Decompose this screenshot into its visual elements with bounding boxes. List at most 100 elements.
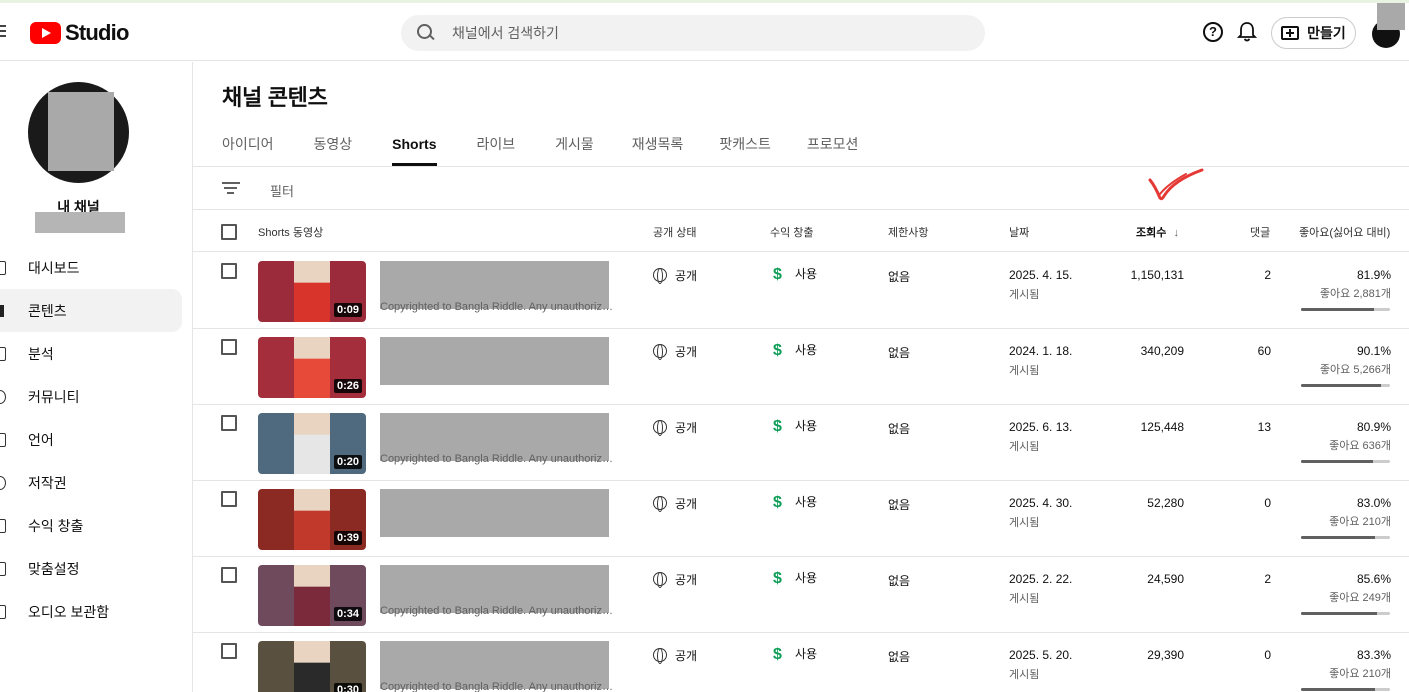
tab-podcasts[interactable]: 팟캐스트: [719, 124, 771, 166]
monetization-cell[interactable]: $ 사용: [773, 493, 817, 512]
table-row[interactable]: 0:30 Copyrighted to Bangla Riddle. Any un…: [193, 633, 1409, 692]
like-ratio-bar: [1301, 308, 1390, 311]
row-checkbox[interactable]: [221, 567, 237, 583]
visibility-cell[interactable]: 공개: [653, 419, 697, 436]
column-header-visibility[interactable]: 공개 상태: [653, 224, 697, 240]
tab-shorts[interactable]: Shorts: [392, 124, 437, 166]
sidebar-item-label: 분석: [28, 345, 54, 362]
column-header-views[interactable]: 조회수 ↓: [1136, 224, 1179, 240]
publish-status: 게시됨: [1009, 441, 1040, 453]
like-percent: 90.1%: [1356, 344, 1391, 358]
publish-status: 게시됨: [1009, 289, 1040, 301]
sidebar-item-label: 언어: [28, 431, 54, 448]
column-header-monetization[interactable]: 수익 창출: [770, 224, 814, 240]
create-video-icon: [1281, 26, 1300, 40]
like-ratio-bar: [1301, 536, 1390, 539]
publish-date: 2024. 1. 18.: [1009, 344, 1073, 358]
table-row[interactable]: 0:09 Copyrighted to Bangla Riddle. Any un…: [193, 253, 1409, 329]
tab-playlists[interactable]: 재생목록: [632, 124, 684, 166]
thumbnail-image: [294, 261, 330, 322]
main-content: 채널 콘텐츠 아이디어 동영상 Shorts 라이브 게시물 재생목록 팟캐스트…: [193, 62, 1409, 692]
help-icon[interactable]: ?: [1203, 22, 1223, 42]
community-icon: [0, 389, 6, 404]
table-row[interactable]: 0:20 Copyrighted to Bangla Riddle. Any un…: [193, 405, 1409, 481]
video-thumbnail[interactable]: 0:34: [258, 565, 366, 626]
monetization-cell[interactable]: $ 사용: [773, 417, 817, 436]
monetization-cell[interactable]: $ 사용: [773, 265, 817, 284]
column-header-date[interactable]: 날짜: [1009, 224, 1029, 240]
visibility-cell[interactable]: 공개: [653, 495, 697, 512]
tab-promotions[interactable]: 프로모션: [807, 124, 859, 166]
video-description: Copyrighted to Bangla Riddle. Any unauth…: [380, 681, 615, 692]
search-input[interactable]: [452, 25, 932, 41]
video-thumbnail[interactable]: 0:26: [258, 337, 366, 398]
filter-icon[interactable]: [222, 182, 240, 196]
video-thumbnail[interactable]: 0:30: [258, 641, 366, 692]
table-row[interactable]: 0:39 공개 $ 사용 없음 2025. 4. 30. 게시됨 52,280 0 83.0% 좋아…: [193, 481, 1409, 557]
monetization-label: 사용: [795, 419, 818, 433]
sidebar-item-label: 저작권: [28, 474, 67, 491]
video-thumbnail[interactable]: 0:39: [258, 489, 366, 550]
video-duration: 0:34: [333, 607, 362, 621]
visibility-cell[interactable]: 공개: [653, 571, 697, 588]
row-checkbox[interactable]: [221, 263, 237, 279]
create-button[interactable]: 만들기: [1271, 17, 1356, 49]
video-thumbnail[interactable]: 0:20: [258, 413, 366, 474]
publish-date: 2025. 6. 13.: [1009, 420, 1073, 434]
menu-icon[interactable]: [0, 25, 6, 37]
row-checkbox[interactable]: [221, 491, 237, 507]
visibility-cell[interactable]: 공개: [653, 267, 697, 284]
video-thumbnail[interactable]: 0:09: [258, 261, 366, 322]
sidebar-item-community[interactable]: 커뮤니티: [0, 375, 193, 418]
like-ratio-fill: [1301, 460, 1373, 463]
sidebar-item-copyright[interactable]: 저작권: [0, 461, 193, 504]
tab-live[interactable]: 라이브: [477, 124, 516, 166]
table-row[interactable]: 0:34 Copyrighted to Bangla Riddle. Any un…: [193, 557, 1409, 633]
dashboard-icon: [0, 260, 6, 275]
studio-logo[interactable]: Studio: [30, 20, 129, 46]
column-header-comments[interactable]: 댓글: [1250, 224, 1270, 240]
sidebar-item-customization[interactable]: 맞춤설정: [0, 547, 193, 590]
channel-avatar-redaction: [48, 92, 114, 171]
like-ratio-fill: [1301, 384, 1382, 387]
likes-cell: 90.1% 좋아요 5,266개: [1320, 344, 1391, 377]
globe-icon: [653, 267, 667, 284]
column-header-likes[interactable]: 좋아요(싫어요 대비): [1299, 224, 1390, 240]
sidebar-item-content[interactable]: 콘텐츠: [0, 289, 182, 332]
likes-cell: 80.9% 좋아요 636개: [1329, 420, 1391, 453]
filter-bar[interactable]: 필터: [193, 167, 1409, 210]
select-all-checkbox[interactable]: [221, 224, 237, 240]
row-checkbox[interactable]: [221, 339, 237, 355]
column-header-restrictions[interactable]: 제한사항: [888, 224, 928, 240]
tab-videos[interactable]: 동영상: [314, 124, 353, 166]
visibility-cell[interactable]: 공개: [653, 343, 697, 360]
thumbnail-image: [294, 337, 330, 398]
visibility-cell[interactable]: 공개: [653, 647, 697, 664]
like-ratio-fill: [1301, 612, 1378, 615]
video-duration: 0:26: [333, 379, 362, 393]
account-avatar-redaction: [1377, 3, 1405, 30]
table-row[interactable]: 0:26 공개 $ 사용 없음 2024. 1. 18. 게시됨 340,209 60 90.1%…: [193, 329, 1409, 405]
globe-icon: [653, 419, 667, 436]
content-tabs: 아이디어 동영상 Shorts 라이브 게시물 재생목록 팟캐스트 프로모션: [222, 124, 858, 166]
tab-posts[interactable]: 게시물: [555, 124, 594, 166]
search-icon[interactable]: [417, 24, 435, 42]
monetization-cell[interactable]: $ 사용: [773, 569, 817, 588]
comments-cell: 2: [1264, 268, 1271, 282]
sidebar-item-monetization[interactable]: 수익 창출: [0, 504, 193, 547]
table-header: Shorts 동영상 공개 상태 수익 창출 제한사항 날짜 조회수 ↓ 댓글 …: [193, 210, 1409, 252]
sidebar-item-audio-library[interactable]: 오디오 보관함: [0, 590, 193, 633]
search-bar[interactable]: [401, 15, 985, 51]
sidebar-item-language[interactable]: 언어: [0, 418, 193, 461]
thumbnail-image: [294, 413, 330, 474]
row-checkbox[interactable]: [221, 415, 237, 431]
sidebar-item-analytics[interactable]: 분석: [0, 332, 193, 375]
sidebar-item-dashboard[interactable]: 대시보드: [0, 246, 193, 289]
monetization-cell[interactable]: $ 사용: [773, 341, 817, 360]
bell-icon[interactable]: [1237, 21, 1257, 43]
row-checkbox[interactable]: [221, 643, 237, 659]
globe-icon: [653, 571, 667, 588]
tab-ideas[interactable]: 아이디어: [222, 124, 274, 166]
monetization-cell[interactable]: $ 사용: [773, 645, 817, 664]
comments-cell: 60: [1257, 344, 1271, 358]
